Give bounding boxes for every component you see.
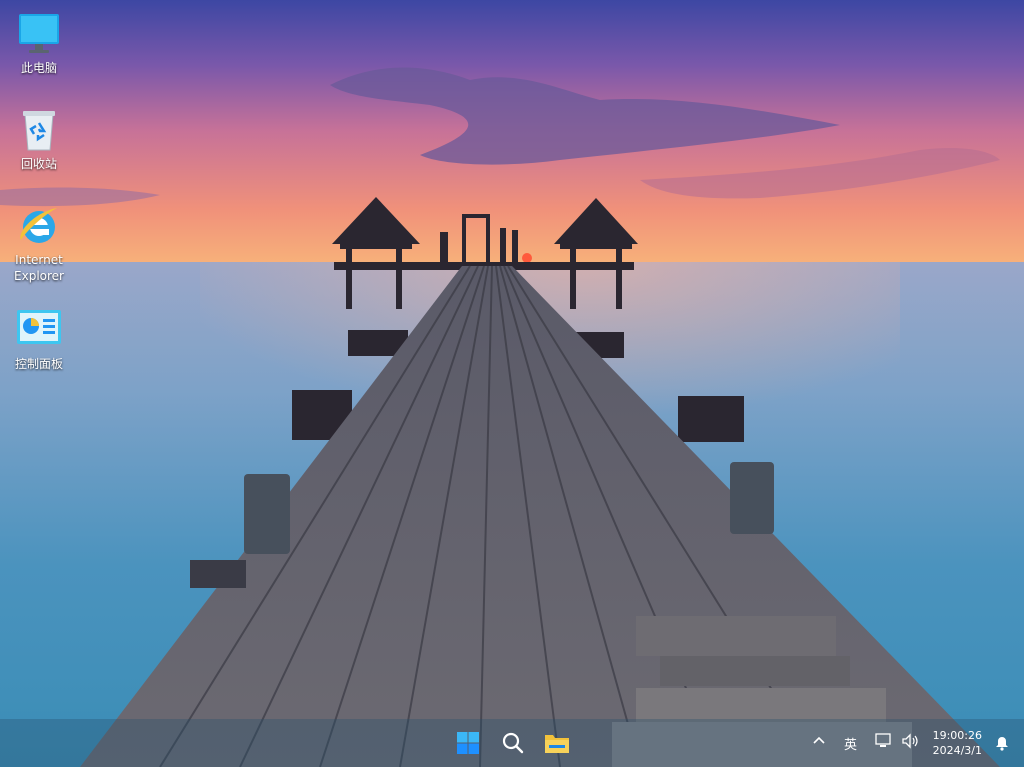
control-panel-icon xyxy=(17,310,61,344)
system-tray: 英 xyxy=(808,719,923,767)
taskbar: 英 19:00:26 2024/3/1 xyxy=(0,719,1024,767)
file-explorer-button[interactable] xyxy=(541,727,573,759)
notification-icon[interactable] xyxy=(992,733,1012,753)
internet-explorer-icon xyxy=(20,208,57,243)
clock-date: 2024/3/1 xyxy=(932,744,982,757)
start-button[interactable] xyxy=(452,727,484,759)
desktop-icon-label: 回收站 xyxy=(20,157,57,171)
folder-icon xyxy=(545,735,569,753)
network-icon[interactable] xyxy=(875,733,893,753)
recycle-bin-icon xyxy=(23,111,55,151)
desktop-wallpaper xyxy=(0,0,1024,767)
search-button[interactable] xyxy=(497,727,529,759)
chevron-up-icon[interactable] xyxy=(812,734,826,752)
desktop-icon-recycle-bin[interactable]: 回收站 xyxy=(1,106,77,172)
desktop-icon-label: 控制面板 xyxy=(14,357,63,371)
volume-icon[interactable] xyxy=(901,733,919,753)
windows-start-icon xyxy=(457,732,479,754)
this-pc-icon xyxy=(19,14,59,53)
clock-time: 19:00:26 xyxy=(932,729,982,742)
desktop-icon-this-pc[interactable]: 此电脑 xyxy=(1,10,77,76)
ime-indicator[interactable]: 英 xyxy=(844,734,857,753)
desktop-icon-internet-explorer[interactable]: Internet Explorer xyxy=(1,202,77,284)
desktop-icon-label: 此电脑 xyxy=(20,61,57,75)
clock[interactable]: 19:00:26 2024/3/1 xyxy=(926,728,982,758)
desktop-icon-label: Internet Explorer xyxy=(14,253,64,283)
desktop-icon-control-panel[interactable]: 控制面板 xyxy=(1,306,77,372)
search-icon xyxy=(502,732,524,754)
